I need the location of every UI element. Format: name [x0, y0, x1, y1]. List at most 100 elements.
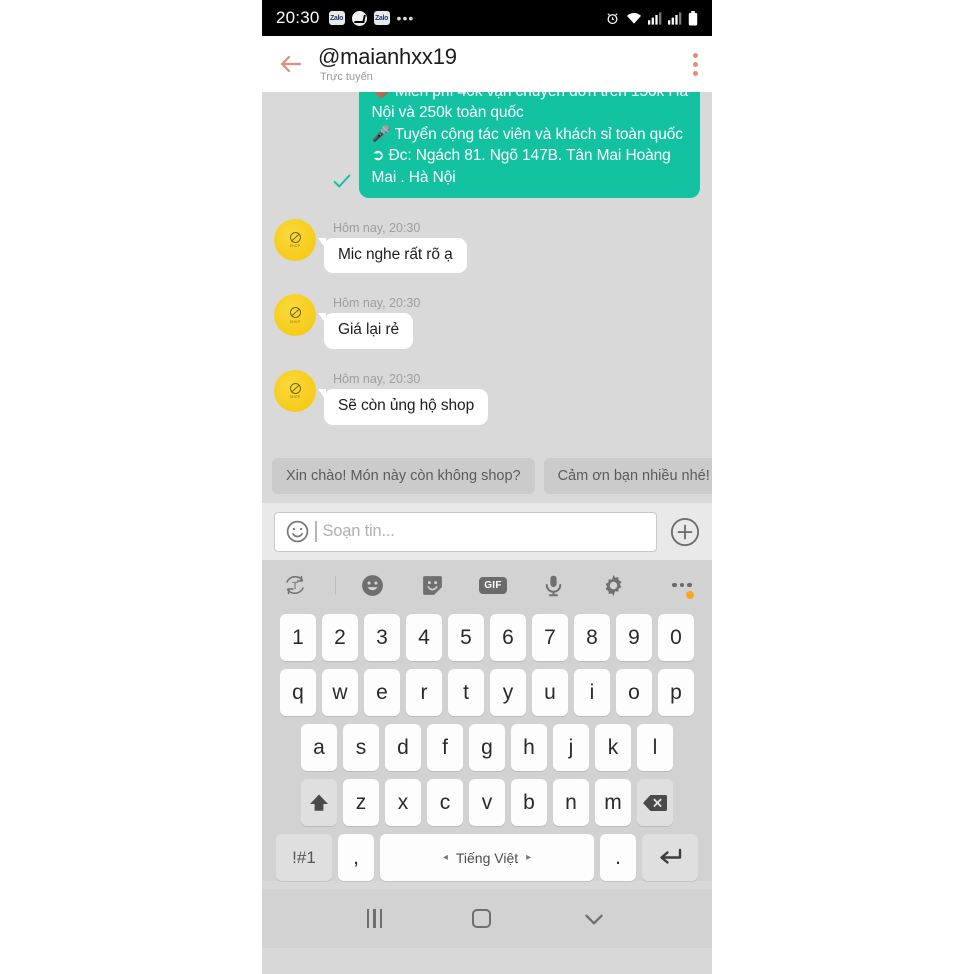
incoming-message-bubble[interactable]: Giá lại rẻ	[317, 313, 414, 350]
notification-dot	[685, 590, 694, 599]
enter-return-icon[interactable]	[642, 834, 698, 881]
gif-icon[interactable]: GIF	[463, 576, 523, 594]
plus-circle-icon[interactable]	[670, 517, 700, 547]
spacebar[interactable]: ◂ Tiếng Việt ▸	[380, 834, 594, 881]
status-bar: 20:30 Zalo Zalo •••	[262, 0, 712, 36]
toolbar-divider	[335, 575, 337, 595]
search-input-placeholder: Soạn tin...	[322, 522, 395, 540]
incoming-message-bubble[interactable]: Mic nghe rất rõ ạ	[318, 237, 467, 274]
message-line: 🎤 Tuyển cộng tác viên và khách sỉ toàn q…	[371, 125, 683, 143]
quick-reply-bar: Xin chào! Món này còn không shop? Cảm ơn…	[262, 458, 712, 503]
key-n[interactable]: n	[553, 779, 589, 826]
more-options-icon[interactable]	[644, 582, 694, 599]
key-y[interactable]: y	[490, 669, 526, 716]
key-f[interactable]: f	[427, 724, 463, 771]
key-1[interactable]: 1	[280, 614, 316, 661]
signal-icon	[668, 11, 682, 25]
symbols-key[interactable]: !#1	[276, 834, 332, 881]
keyboard-row-numbers: 1 2 3 4 5 6 7 8 9 0	[268, 610, 706, 661]
key-comma[interactable]: ,	[338, 834, 374, 881]
keyboard-toolbar: T GIF	[268, 560, 706, 610]
key-s[interactable]: s	[343, 724, 379, 771]
gif-label: GIF	[479, 576, 507, 594]
key-u[interactable]: u	[532, 669, 568, 716]
home-icon[interactable]	[471, 909, 491, 928]
key-j[interactable]: j	[553, 724, 589, 771]
key-3[interactable]: 3	[364, 614, 400, 661]
back-arrow-icon[interactable]	[274, 47, 308, 81]
key-4[interactable]: 4	[406, 614, 442, 661]
key-b[interactable]: b	[511, 779, 547, 826]
settings-gear-icon[interactable]	[583, 573, 643, 598]
status-bar-clock: 20:30	[276, 8, 320, 27]
key-7[interactable]: 7	[532, 614, 568, 661]
sticker-icon[interactable]	[403, 573, 463, 598]
key-p[interactable]: p	[658, 669, 694, 716]
key-period[interactable]: .	[600, 834, 636, 881]
key-h[interactable]: h	[511, 724, 547, 771]
key-z[interactable]: z	[343, 779, 379, 826]
key-d[interactable]: d	[385, 724, 421, 771]
more-dots	[672, 582, 692, 588]
message-input-field[interactable]: Soạn tin...	[274, 511, 657, 552]
wifi-icon	[627, 13, 641, 24]
key-8[interactable]: 8	[574, 614, 610, 661]
kebab-menu-icon[interactable]	[693, 52, 698, 76]
avatar-logo-text: SHOP	[289, 319, 301, 324]
key-m[interactable]: m	[595, 779, 631, 826]
header-title-block: @maianhxx19 Trực tuyến	[318, 45, 457, 82]
phone-screen: 20:30 Zalo Zalo ••• @maianhxx19 Trực tuy…	[262, 0, 712, 974]
emoji-icon[interactable]	[342, 573, 402, 598]
quick-reply-chip[interactable]: Cảm ơn bạn nhiều nhé!	[543, 458, 712, 494]
message-list[interactable]: 🤎 Miễn phí 40k vận chuyển đơn trên 150k …	[262, 92, 712, 503]
alarm-icon	[607, 12, 618, 24]
outgoing-message-bubble[interactable]: 🤎 Miễn phí 40k vận chuyển đơn trên 150k …	[359, 92, 700, 198]
avatar[interactable]: SHOP	[274, 218, 316, 261]
recents-icon[interactable]	[367, 909, 382, 928]
avatar[interactable]: SHOP	[274, 370, 316, 413]
key-g[interactable]: g	[469, 724, 505, 771]
text-cursor	[315, 521, 317, 542]
avatar-logo-text: SHOP	[289, 244, 301, 249]
key-k[interactable]: k	[595, 724, 631, 771]
chevron-down-icon[interactable]	[581, 906, 607, 932]
key-9[interactable]: 9	[616, 614, 652, 661]
page-title: @maianhxx19	[318, 44, 457, 70]
key-t[interactable]: t	[448, 669, 484, 716]
incoming-message-bubble[interactable]: Sẽ còn ủng hộ shop	[317, 389, 489, 425]
key-i[interactable]: i	[574, 669, 610, 716]
kebab-dot	[693, 52, 698, 58]
key-l[interactable]: l	[637, 724, 673, 771]
key-w[interactable]: w	[322, 669, 358, 716]
key-c[interactable]: c	[427, 779, 463, 826]
key-5[interactable]: 5	[448, 614, 484, 661]
avatar[interactable]: SHOP	[274, 294, 316, 337]
avatar-logo-icon	[289, 382, 301, 394]
key-q[interactable]: q	[280, 669, 316, 716]
incoming-message-row: SHOP Hôm nay, 20:30 Giá lại rẻ	[274, 294, 700, 350]
key-2[interactable]: 2	[322, 614, 358, 661]
quick-reply-chip[interactable]: Xin chào! Món này còn không shop?	[272, 458, 535, 494]
incoming-message-row: SHOP Hôm nay, 20:30 Sẽ còn ủng hộ shop	[274, 370, 700, 425]
keyboard-row-qwerty: q w e r t y u i o p	[268, 669, 706, 716]
outgoing-message-row: 🤎 Miễn phí 40k vận chuyển đơn trên 150k …	[274, 92, 700, 198]
status-bar-notification-icons: Zalo Zalo •••	[328, 10, 415, 26]
message-input-bar: Soạn tin...	[262, 503, 712, 560]
key-e[interactable]: e	[364, 669, 400, 716]
next-language-arrow-icon[interactable]: ▸	[526, 852, 531, 863]
key-0[interactable]: 0	[658, 614, 694, 661]
key-v[interactable]: v	[469, 779, 505, 826]
backspace-icon[interactable]	[637, 779, 673, 826]
text-prediction-icon[interactable]: T	[282, 572, 333, 598]
key-a[interactable]: a	[301, 724, 337, 771]
shift-up-icon[interactable]	[301, 779, 337, 826]
microphone-icon[interactable]	[523, 573, 583, 598]
smiley-icon[interactable]	[285, 519, 310, 544]
key-o[interactable]: o	[616, 669, 652, 716]
prev-language-arrow-icon[interactable]: ◂	[443, 852, 448, 863]
zalo-icon: Zalo	[373, 11, 390, 25]
system-navigation-bar	[262, 889, 712, 948]
key-r[interactable]: r	[406, 669, 442, 716]
key-x[interactable]: x	[385, 779, 421, 826]
key-6[interactable]: 6	[490, 614, 526, 661]
